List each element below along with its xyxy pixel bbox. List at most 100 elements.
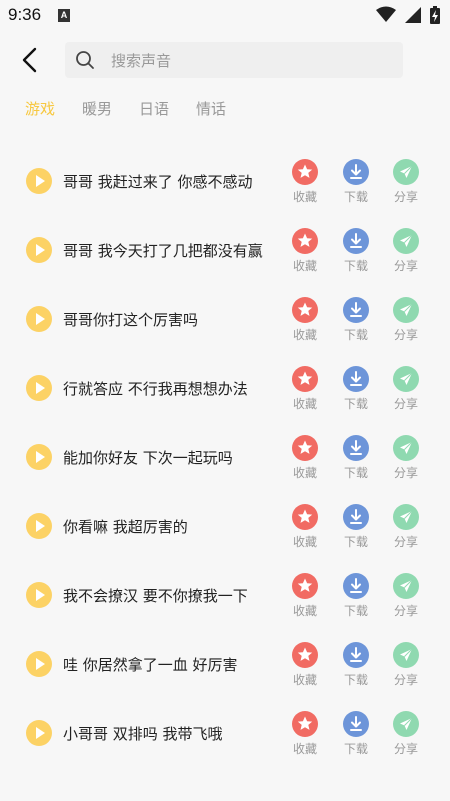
download-button[interactable]: 下载 bbox=[336, 159, 376, 205]
download-button[interactable]: 下载 bbox=[336, 228, 376, 274]
share-label: 分享 bbox=[393, 397, 418, 411]
favorite-label: 收藏 bbox=[292, 259, 317, 273]
share-button[interactable]: 分享 bbox=[386, 435, 426, 481]
download-icon bbox=[350, 440, 362, 455]
share-button[interactable]: 分享 bbox=[386, 228, 426, 274]
list-item[interactable]: 哥哥 我赶过来了 你感不感动收藏 下载 分享 bbox=[0, 146, 450, 215]
sound-title: 你看嘛 我超厉害的 bbox=[63, 518, 188, 536]
search-box[interactable] bbox=[65, 42, 403, 80]
favorite-button[interactable]: 收藏 bbox=[285, 711, 325, 757]
sound-title: 哥哥 我赶过来了 你感不感动 bbox=[63, 173, 253, 191]
play-button[interactable] bbox=[26, 375, 52, 401]
share-button[interactable]: 分享 bbox=[386, 711, 426, 757]
download-icon bbox=[350, 716, 362, 731]
download-button[interactable]: 下载 bbox=[336, 435, 376, 481]
download-label: 下载 bbox=[343, 604, 368, 618]
favorite-label: 收藏 bbox=[292, 190, 317, 204]
share-button[interactable]: 分享 bbox=[386, 642, 426, 688]
star-icon bbox=[297, 716, 313, 730]
sound-list: 哥哥 我赶过来了 你感不感动 收藏 下载 分享 哥哥 我今天打了几把都没有赢 收藏 下载 分享… bbox=[0, 146, 450, 767]
download-label: 下载 bbox=[343, 397, 368, 411]
share-button[interactable]: 分享 bbox=[386, 573, 426, 619]
favorite-button[interactable]: 收藏 bbox=[285, 366, 325, 412]
download-button[interactable]: 下载 bbox=[336, 642, 376, 688]
favorite-button[interactable]: 收藏 bbox=[285, 228, 325, 274]
download-button[interactable]: 下载 bbox=[336, 297, 376, 343]
list-item[interactable]: 行就答应 不行我再想想办法收藏 下载 分享 bbox=[0, 353, 450, 422]
list-item[interactable]: 哇 你居然拿了一血 好厉害收藏 下载 分享 bbox=[0, 629, 450, 698]
download-button[interactable]: 下载 bbox=[336, 504, 376, 550]
battery-icon bbox=[430, 6, 440, 24]
back-button[interactable] bbox=[14, 44, 46, 76]
tab-japanese[interactable]: 日语 bbox=[139, 98, 169, 119]
sound-title: 哇 你居然拿了一血 好厉害 bbox=[63, 656, 238, 674]
system-icons bbox=[372, 6, 440, 26]
share-button[interactable]: 分享 bbox=[386, 159, 426, 205]
download-label: 下载 bbox=[343, 742, 368, 756]
favorite-label: 收藏 bbox=[292, 466, 317, 480]
list-item[interactable]: 我不会撩汉 要不你撩我一下 收藏 下载 分享 bbox=[0, 560, 450, 629]
download-button[interactable]: 下载 bbox=[336, 573, 376, 619]
download-icon bbox=[350, 233, 362, 248]
wifi-icon bbox=[375, 6, 396, 22]
favorite-button[interactable]: 收藏 bbox=[285, 159, 325, 205]
star-icon bbox=[297, 509, 313, 523]
sound-title: 哥哥 我今天打了几把都没有赢 bbox=[63, 242, 263, 260]
search-input[interactable] bbox=[109, 42, 393, 80]
list-item[interactable]: 能加你好友 下次一起玩吗 收藏 下载 分享 bbox=[0, 422, 450, 491]
favorite-button[interactable]: 收藏 bbox=[285, 297, 325, 343]
tab-games[interactable]: 游戏 bbox=[25, 98, 55, 119]
play-button[interactable] bbox=[26, 513, 52, 539]
favorite-button[interactable]: 收藏 bbox=[285, 504, 325, 550]
send-icon bbox=[400, 441, 413, 454]
favorite-button[interactable]: 收藏 bbox=[285, 435, 325, 481]
play-button[interactable] bbox=[26, 306, 52, 332]
download-icon bbox=[350, 509, 362, 524]
send-icon bbox=[400, 717, 413, 730]
favorite-label: 收藏 bbox=[292, 397, 317, 411]
list-item[interactable]: 你看嘛 我超厉害的收藏 下载 分享 bbox=[0, 491, 450, 560]
list-item[interactable]: 哥哥 我今天打了几把都没有赢收藏 下载 分享 bbox=[0, 215, 450, 284]
star-icon bbox=[297, 647, 313, 661]
send-icon bbox=[400, 579, 413, 592]
download-button[interactable]: 下载 bbox=[336, 711, 376, 757]
play-button[interactable] bbox=[26, 168, 52, 194]
share-label: 分享 bbox=[393, 673, 418, 687]
category-tabs: 游戏 暖男 日语 情话 bbox=[25, 98, 253, 122]
star-icon bbox=[297, 578, 313, 592]
play-button[interactable] bbox=[26, 582, 52, 608]
share-button[interactable]: 分享 bbox=[386, 366, 426, 412]
star-icon bbox=[297, 233, 313, 247]
tab-love-words[interactable]: 情话 bbox=[196, 98, 226, 119]
favorite-label: 收藏 bbox=[292, 535, 317, 549]
back-arrow-icon bbox=[22, 47, 37, 73]
play-button[interactable] bbox=[26, 444, 52, 470]
share-label: 分享 bbox=[393, 190, 418, 204]
play-button[interactable] bbox=[26, 651, 52, 677]
list-item[interactable]: 哥哥你打这个厉害吗 收藏 下载 分享 bbox=[0, 284, 450, 353]
download-label: 下载 bbox=[343, 190, 368, 204]
send-icon bbox=[400, 234, 413, 247]
play-button[interactable] bbox=[26, 237, 52, 263]
download-label: 下载 bbox=[343, 673, 368, 687]
download-icon bbox=[350, 647, 362, 662]
play-button[interactable] bbox=[26, 720, 52, 746]
header bbox=[0, 40, 450, 80]
tab-warm-guy[interactable]: 暖男 bbox=[82, 98, 112, 119]
favorite-label: 收藏 bbox=[292, 604, 317, 618]
sound-title: 行就答应 不行我再想想办法 bbox=[63, 380, 248, 398]
star-icon bbox=[297, 302, 313, 316]
send-icon bbox=[400, 165, 413, 178]
share-label: 分享 bbox=[393, 535, 418, 549]
share-label: 分享 bbox=[393, 604, 418, 618]
favorite-button[interactable]: 收藏 bbox=[285, 642, 325, 688]
share-label: 分享 bbox=[393, 466, 418, 480]
favorite-button[interactable]: 收藏 bbox=[285, 573, 325, 619]
list-item[interactable]: 小哥哥 双排吗 我带飞哦 收藏 下载 分享 bbox=[0, 698, 450, 767]
favorite-label: 收藏 bbox=[292, 673, 317, 687]
send-icon bbox=[400, 303, 413, 316]
share-button[interactable]: 分享 bbox=[386, 504, 426, 550]
share-button[interactable]: 分享 bbox=[386, 297, 426, 343]
download-button[interactable]: 下载 bbox=[336, 366, 376, 412]
download-label: 下载 bbox=[343, 259, 368, 273]
